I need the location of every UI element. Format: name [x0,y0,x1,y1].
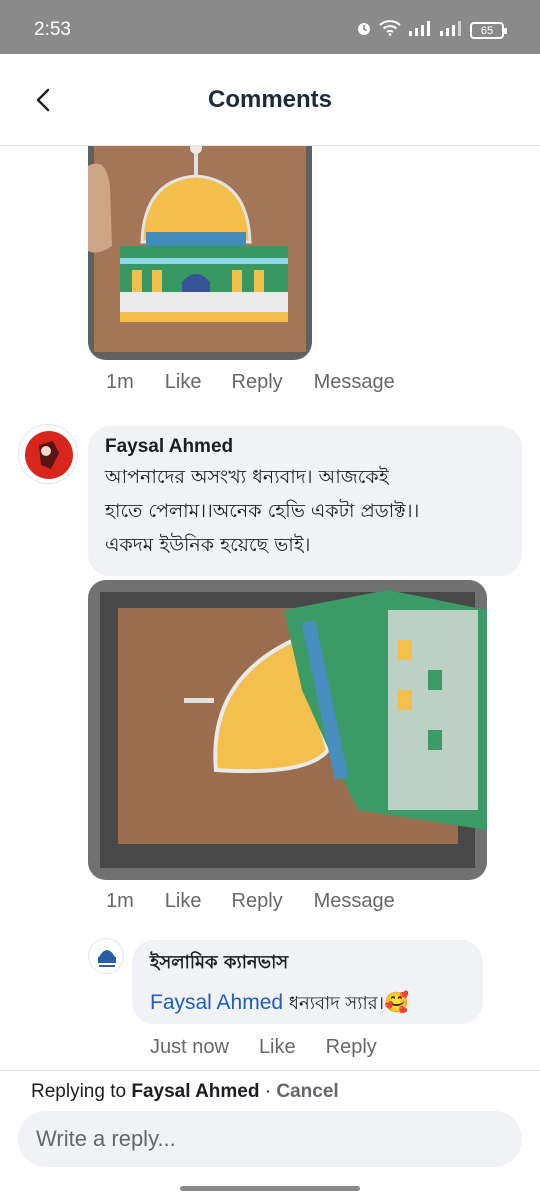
avatar[interactable] [18,424,78,484]
replying-prefix: Replying to [31,1081,132,1102]
header: Comments [0,54,540,146]
reply-button[interactable]: Reply [232,890,283,913]
replying-to: Replying to Faysal Ahmed · Cancel [31,1081,339,1103]
comment-text: আপনাদের অসংখ্য ধন্যবাদ। আজকেই হাতে পেলাম… [105,460,505,562]
comment-text-line: একদম ইউনিক হয়েছে ভাই। [105,534,311,556]
battery-icon: 65 [470,22,507,39]
comment-time: 1m [106,371,134,393]
comment-photo[interactable] [88,580,487,880]
status-time: 2:53 [34,19,71,40]
like-button[interactable]: Like [165,890,202,913]
reply-actions: Just now Like Reply [150,1036,377,1059]
signal-icon [439,20,463,41]
reply-text-content: ধন্যবাদ স্যার। [288,993,385,1014]
like-button[interactable]: Like [165,371,202,394]
message-button[interactable]: Message [314,371,395,394]
replying-separator: · [259,1081,277,1102]
comment-actions: 1m Like Reply Message [106,371,395,394]
reply-bubble[interactable]: ইসলামিক ক্যানভাস Faysal Ahmed ধন্যবাদ স্… [132,940,483,1024]
comment-author[interactable]: ইসলামিক ক্যানভাস [150,948,465,979]
reply-composer: Replying to Faysal Ahmed · Cancel [0,1070,540,1200]
comment-text-line: হাতে পেলাম।।অনেক হেভি একটা প্রডাক্ট।। [105,500,420,522]
alarm-icon [356,20,372,41]
message-button[interactable]: Message [314,890,395,913]
smiling-face-hearts-icon: 🥰 [384,992,409,1014]
comment-bubble[interactable]: Faysal Ahmed আপনাদের অসংখ্য ধন্যবাদ। আজক… [88,426,522,576]
page-title: Comments [207,86,333,113]
signal-icon [408,20,432,41]
reply-text: Faysal Ahmed ধন্যবাদ স্যার।🥰 [150,987,465,1021]
reply-button[interactable]: Reply [232,371,283,394]
replying-name: Faysal Ahmed [131,1081,260,1102]
comment-author[interactable]: Faysal Ahmed [105,436,505,458]
comment-actions: 1m Like Reply Message [106,890,395,913]
comment-photo[interactable] [88,146,312,360]
comment-time: Just now [150,1036,229,1058]
status-bar: 2:53 65 [0,0,540,54]
avatar[interactable] [88,938,124,974]
comments-list[interactable]: 1m Like Reply Message Faysal Ahmed আপনাদ… [0,146,540,1070]
reply-input[interactable] [18,1111,522,1167]
mention-link[interactable]: Faysal Ahmed [150,991,283,1014]
status-icons: 65 [356,20,507,41]
reply-button[interactable]: Reply [326,1036,377,1059]
cancel-button[interactable]: Cancel [276,1081,338,1102]
wifi-icon [379,20,401,41]
home-indicator[interactable] [180,1186,360,1191]
comment-time: 1m [106,890,134,912]
like-button[interactable]: Like [259,1036,296,1059]
comment-text-line: আপনাদের অসংখ্য ধন্যবাদ। আজকেই [105,466,389,488]
